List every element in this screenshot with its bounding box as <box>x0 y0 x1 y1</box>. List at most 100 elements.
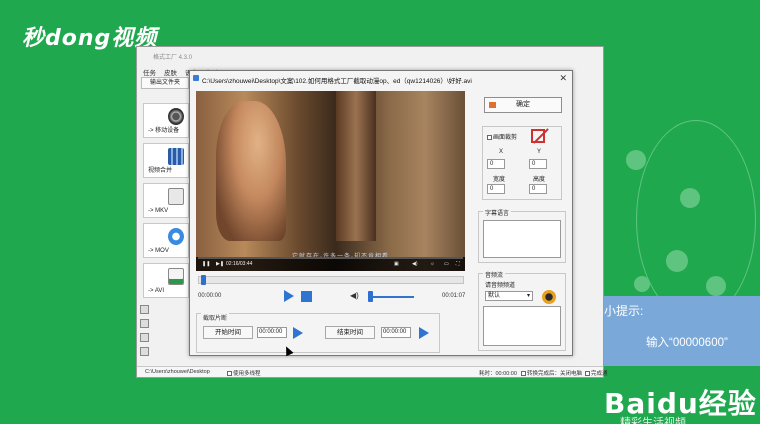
crop-icon[interactable] <box>531 129 545 143</box>
ok-arrow-icon <box>489 102 496 108</box>
crop-height-input[interactable]: 0 <box>529 184 547 194</box>
crop-y-input[interactable]: 0 <box>529 159 547 169</box>
crop-checkbox-label: 画面裁剪 <box>493 135 518 141</box>
sidebar-item-mov[interactable]: -> MOV <box>143 223 189 258</box>
volume-thumb[interactable] <box>368 291 373 302</box>
timeline-start-time: 00:00:00 <box>198 293 222 299</box>
hint-text: 输入“00000600” <box>646 337 728 349</box>
sidebar-item-mkv[interactable]: -> MKV <box>143 183 189 218</box>
audio-channel-value: 默认 <box>488 293 501 299</box>
crop-panel: 画面裁剪 X Y 0 0 宽度 高度 0 0 <box>482 126 562 200</box>
status-bar: C:\Users\zhouwei\Desktop 使用多线程 耗时：00:00:… <box>137 366 608 377</box>
stop-icon[interactable] <box>301 291 312 302</box>
sidebar-tool-icon[interactable] <box>140 305 149 314</box>
set-start-play-icon[interactable] <box>293 327 303 339</box>
volume-slider[interactable] <box>372 296 414 298</box>
checkbox-box <box>521 371 526 377</box>
volume-icon[interactable]: ◀) <box>350 291 359 300</box>
video-next-icon[interactable]: ▶❚ <box>216 261 224 267</box>
sidebar-tool-icon[interactable] <box>140 347 149 356</box>
video-preview[interactable]: 它就存在·许多一条·却不肯相看 ❚❚ ▶❚ 02:16/03:44 ◀) ▣ ☼… <box>196 91 465 271</box>
sidebar-tool-icon[interactable] <box>140 319 149 328</box>
ok-button-label: 确定 <box>516 101 530 108</box>
audio-stream-title: 音频流 <box>483 270 506 279</box>
sidebar-item-mobile[interactable]: -> 移动设备 <box>143 103 189 138</box>
timeline-thumb[interactable] <box>201 275 206 285</box>
close-icon[interactable]: ✕ <box>559 73 567 84</box>
crop-x-label: X <box>499 149 504 155</box>
end-time-input[interactable]: 00:00:00 <box>381 327 411 338</box>
decor-dot <box>680 188 700 208</box>
crop-width-label: 宽度 <box>493 177 506 183</box>
subtitle-language-box[interactable] <box>483 220 561 258</box>
mkv-icon <box>168 188 184 205</box>
video-scene-figure <box>216 101 286 241</box>
ok-button[interactable]: 确定 <box>484 97 562 113</box>
clip-segment-group: 截取片断 开始时间 00:00:00 结束时间 00:00:00 <box>196 313 440 353</box>
video-volume-icon[interactable]: ◀) <box>412 261 418 267</box>
sidebar: -> 移动设备 视频合并 -> MKV -> MOV -> AVI <box>143 103 191 303</box>
sidebar-item-label: -> MKV <box>148 208 169 214</box>
decor-dot <box>706 276 726 296</box>
video-fullscreen-icon[interactable]: ⛶ <box>456 261 460 267</box>
hint-title: 小提示: <box>604 304 644 318</box>
crop-width-input[interactable]: 0 <box>487 184 505 194</box>
audio-stream-panel: 音频流 请音频频道 默认 ▾ <box>478 270 566 351</box>
hint-box: 小提示: 输入“00000600” <box>604 296 760 366</box>
end-time-button[interactable]: 结束时间 <box>325 326 375 339</box>
start-time-button[interactable]: 开始时间 <box>203 326 253 339</box>
status-path: C:\Users\zhouwei\Desktop <box>145 369 210 375</box>
video-scene-frame <box>336 91 376 241</box>
clip-timeline[interactable] <box>198 275 464 285</box>
decor-dot <box>634 276 650 292</box>
sidebar-item-video-merge[interactable]: 视频合并 <box>143 143 189 178</box>
video-control-bar: ❚❚ ▶❚ 02:16/03:44 ◀) ▣ ☼ ▭ ⛶ <box>196 257 465 271</box>
after-convert-option[interactable]: 转换完成后：关闭电脑 <box>521 369 582 377</box>
audio-stream-box[interactable] <box>483 306 561 346</box>
crop-x-input[interactable]: 0 <box>487 159 505 169</box>
checkbox-box <box>227 371 232 377</box>
sidebar-item-label: -> 移动设备 <box>148 128 180 134</box>
timeline-end-time: 00:01:07 <box>442 293 466 299</box>
decor-circle <box>636 120 756 320</box>
video-settings-icon[interactable]: ☼ <box>430 261 435 267</box>
set-end-play-icon[interactable] <box>419 327 429 339</box>
video-merge-icon <box>168 148 184 165</box>
play-icon[interactable] <box>284 290 294 302</box>
elapsed-time: 耗时：00:00:00 <box>479 371 517 377</box>
crop-y-label: Y <box>537 149 542 155</box>
start-time-input[interactable]: 00:00:00 <box>257 327 287 338</box>
chevron-down-icon: ▾ <box>526 293 530 299</box>
sidebar-item-label: -> MOV <box>148 248 169 254</box>
menu-task[interactable]: 任务 <box>143 67 156 77</box>
audio-channel-select[interactable]: 默认 ▾ <box>485 291 533 301</box>
completion-notice-option[interactable]: 完成通 <box>585 369 608 377</box>
crop-checkbox[interactable]: 画面裁剪 <box>487 132 517 141</box>
multithread-checkbox[interactable]: 使用多线程 <box>227 369 261 377</box>
sidebar-tool-icon[interactable] <box>140 333 149 342</box>
app-title: 格式工厂 4.3.0 <box>153 55 193 61</box>
baidu-slogan: 精彩生活视频 <box>620 417 686 424</box>
menu-skin[interactable]: 皮肤 <box>164 67 177 77</box>
avi-icon <box>168 268 184 285</box>
subtitle-language-title: 字幕语言 <box>483 208 512 217</box>
checkbox-box <box>585 371 590 377</box>
video-time: 02:16/03:44 <box>226 261 253 267</box>
video-pip-icon[interactable]: ▭ <box>444 261 449 267</box>
checkbox-box <box>487 134 492 140</box>
video-pause-icon[interactable]: ❚❚ <box>202 261 210 267</box>
dialog-app-icon <box>193 75 199 81</box>
decor-dot <box>626 150 646 170</box>
sidebar-item-label: 视频合并 <box>148 168 173 174</box>
clip-dialog: C:\Users\zhouwei\Desktop\文案\102.如何用格式工厂截… <box>189 70 573 356</box>
completion-notice-label: 完成通 <box>591 371 608 377</box>
audio-channel-label: 请音频频道 <box>485 283 516 289</box>
output-folder-button[interactable]: 输出文件夹 <box>141 77 189 89</box>
clip-group-title: 截取片断 <box>201 313 230 322</box>
sidebar-item-avi[interactable]: -> AVI <box>143 263 189 298</box>
after-convert-label: 转换完成后：关闭电脑 <box>527 371 583 377</box>
video-quality-icon[interactable]: ▣ <box>394 261 399 267</box>
multithread-label: 使用多线程 <box>233 371 261 377</box>
video-progress-bar[interactable] <box>198 257 463 259</box>
headphone-icon[interactable] <box>542 290 556 304</box>
